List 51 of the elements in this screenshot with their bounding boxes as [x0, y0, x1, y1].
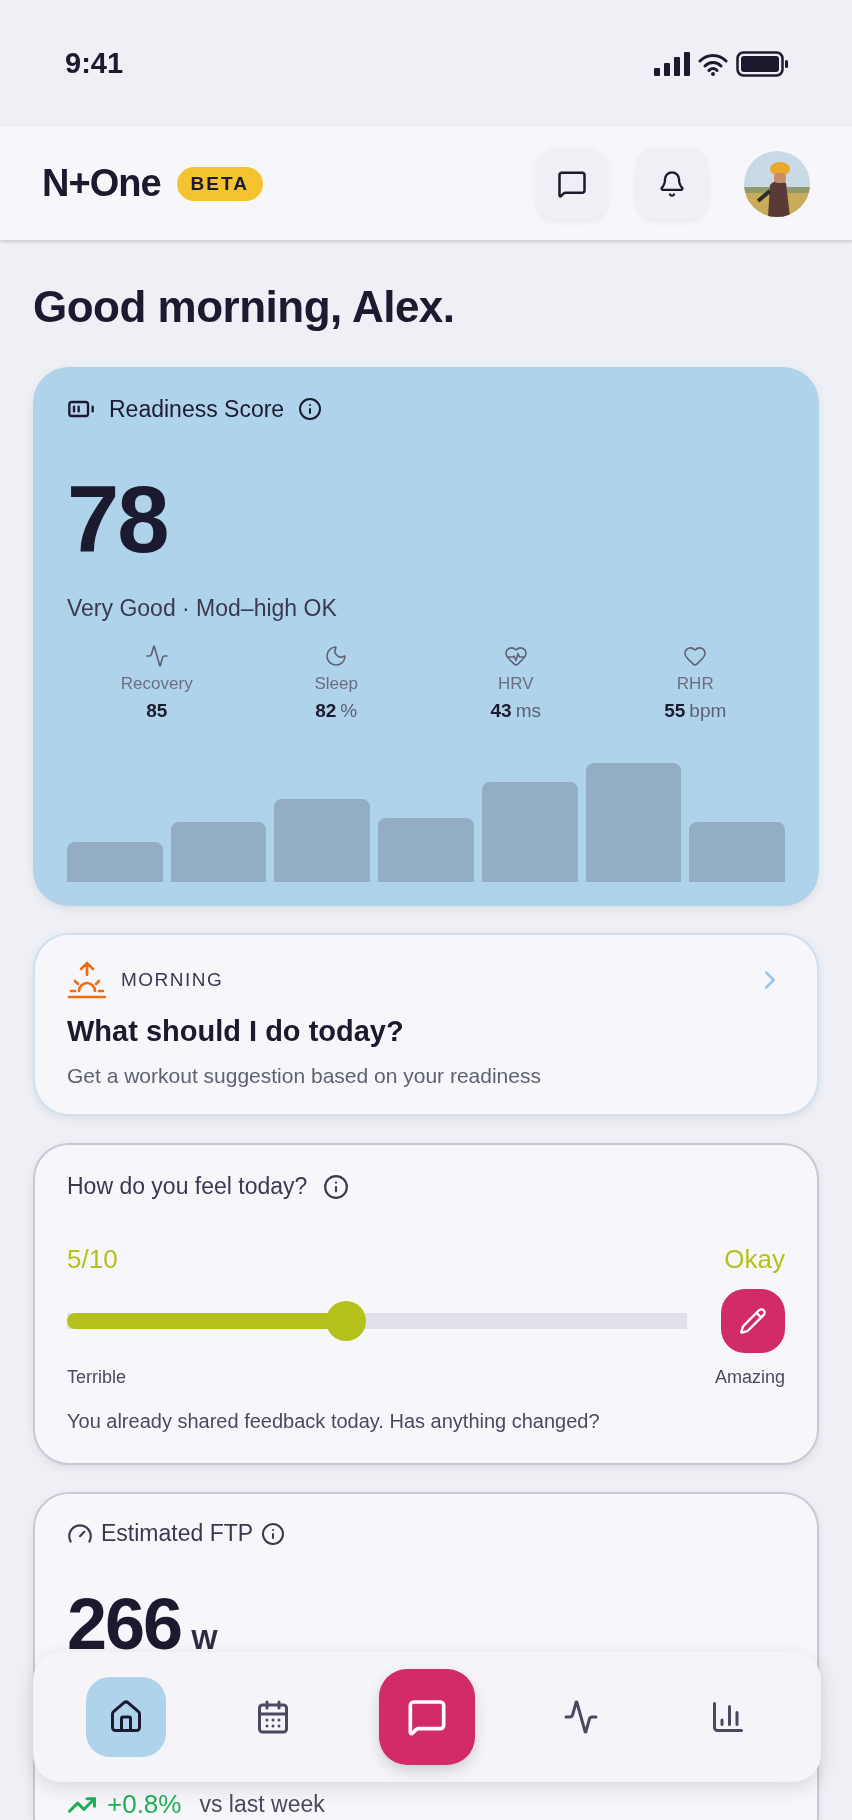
info-icon[interactable] — [298, 397, 323, 421]
metric-label: HRV — [497, 674, 534, 694]
home-tab[interactable] — [86, 1677, 167, 1757]
edit-button[interactable] — [721, 1289, 785, 1353]
pulse-icon — [144, 644, 169, 668]
metric-value: 85 — [146, 700, 168, 722]
metric-label: Recovery — [120, 674, 193, 694]
card-title: Estimated FTP — [101, 1520, 254, 1547]
messages-button[interactable] — [536, 147, 608, 220]
metric-label: RHR — [676, 674, 714, 694]
notifications-button[interactable] — [636, 147, 708, 220]
chat-button[interactable] — [378, 1669, 475, 1765]
greeting-heading: Good morning, Alex. — [33, 282, 456, 332]
wifi-icon — [698, 51, 728, 76]
suggestion-subtitle: Get a workout suggestion based on your readiness — [67, 1064, 542, 1088]
feeling-mood: Okay — [724, 1244, 785, 1275]
section-label: MORNING — [121, 969, 224, 991]
metric-label: Sleep — [314, 674, 358, 694]
card-title: How do you feel today? — [67, 1173, 308, 1200]
info-icon[interactable] — [323, 1173, 350, 1200]
ftp-change-note: vs last week — [199, 1791, 325, 1818]
status-time: 9:41 — [65, 47, 124, 80]
ftp-change: +0.8% — [107, 1789, 182, 1820]
chat-icon — [406, 1697, 447, 1737]
pulse-icon — [563, 1699, 600, 1735]
slider-max-label: Amazing — [714, 1367, 785, 1388]
beta-badge: BETA — [176, 166, 263, 201]
moon-icon — [324, 644, 349, 668]
metric-value: 55 bpm — [664, 700, 727, 722]
card-title: Readiness Score — [109, 395, 285, 423]
slider-thumb[interactable] — [326, 1301, 366, 1341]
signal-icon — [654, 51, 690, 76]
sunrise-icon — [67, 961, 107, 999]
battery-icon — [736, 50, 790, 77]
pencil-icon — [739, 1307, 767, 1335]
feedback-note: You already shared feedback today. Has anything changed? — [67, 1410, 601, 1433]
readiness-summary: Very Good · Mod–high OK — [67, 595, 338, 622]
heart-icon — [683, 644, 708, 668]
heart-pulse-icon — [503, 644, 528, 668]
ftp-unit: W — [191, 1624, 218, 1656]
bell-icon — [658, 169, 686, 198]
metric-value: 43 ms — [490, 700, 541, 722]
metric-value: 82 % — [315, 700, 358, 722]
suggestion-title: What should I do today? — [67, 1015, 405, 1048]
suggestion-card[interactable]: MORNING What should I do today? Get a workout suggestion based on your readiness — [33, 933, 819, 1116]
feeling-score: 5/10 — [67, 1244, 118, 1275]
slider-min-label: Terrible — [67, 1367, 127, 1388]
ftp-value: 266 — [67, 1583, 182, 1665]
readiness-score: 78 — [67, 473, 169, 567]
app-logo: N+One — [42, 162, 161, 205]
info-icon[interactable] — [261, 1521, 286, 1546]
